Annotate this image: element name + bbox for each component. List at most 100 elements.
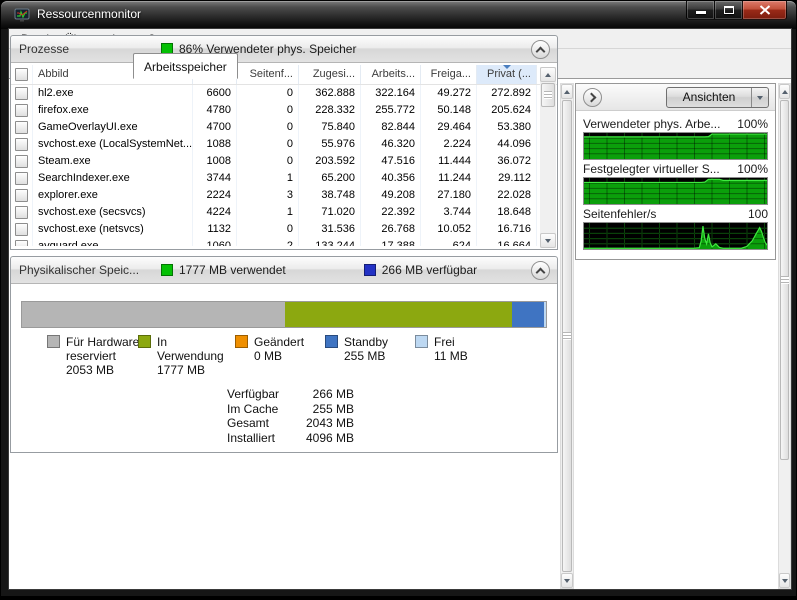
row-checkbox[interactable]	[15, 206, 28, 219]
legend-item-3: Standby255 MB	[325, 335, 388, 363]
cell-process-name: SearchIndexer.exe	[33, 170, 193, 187]
cell-commit: 362.888	[299, 85, 361, 102]
memory-panel-title: Physikalischer Speic...	[11, 263, 161, 277]
views-dropdown-arrow[interactable]	[751, 88, 768, 107]
cell-shareable: 3.744	[421, 204, 477, 221]
views-button-label: Ansichten	[667, 88, 751, 107]
maximize-button[interactable]	[715, 1, 742, 20]
column-header-shareable[interactable]: Freiga...	[421, 65, 477, 84]
column-header-commit[interactable]: Zugesi...	[299, 65, 361, 84]
scroll-down-button[interactable]	[540, 233, 556, 248]
minimize-button[interactable]	[686, 1, 715, 20]
row-checkbox[interactable]	[15, 223, 28, 236]
triangle-up-icon	[782, 90, 788, 94]
row-checkbox[interactable]	[15, 189, 28, 202]
titlebar[interactable]: Ressourcenmonitor	[1, 1, 796, 29]
column-header-private[interactable]: Privat (...	[477, 65, 537, 84]
cell-shareable: 2.224	[421, 136, 477, 153]
row-checkbox[interactable]	[15, 172, 28, 185]
thumb-grip-icon	[544, 91, 552, 99]
row-checkbox[interactable]	[15, 155, 28, 168]
legend-item-4: Frei11 MB	[415, 335, 468, 363]
cell-page-faults: 0	[237, 102, 299, 119]
table-row[interactable]: svchost.exe (netsvcs)1132031.53626.76810…	[11, 221, 557, 238]
legend-item-1: InVerwendung1777 MB	[138, 335, 224, 377]
graph-1	[583, 177, 768, 205]
left-pane-scrollbar[interactable]	[560, 83, 574, 589]
row-checkbox-cell	[11, 238, 33, 246]
cell-process-name: svchost.exe (netsvcs)	[33, 221, 193, 238]
column-header-working-set[interactable]: Arbeits...	[361, 65, 421, 84]
select-all-checkbox[interactable]	[15, 68, 28, 81]
cell-private: 272.892	[477, 85, 537, 102]
close-button[interactable]	[742, 1, 787, 20]
scroll-up-button[interactable]	[779, 84, 790, 99]
table-row[interactable]: SearchIndexer.exe3744165.20040.35611.244…	[11, 170, 557, 187]
legend-line: 1777 MB	[157, 363, 224, 377]
scroll-down-button[interactable]	[779, 573, 790, 588]
summary-row: Verfügbar266 MB	[227, 387, 357, 402]
minimize-icon	[696, 11, 706, 14]
tab-arbeitsspeicher[interactable]: Arbeitsspeicher	[133, 53, 238, 79]
table-row[interactable]: explorer.exe2224338.74849.20827.18022.02…	[11, 187, 557, 204]
bar-segment-in-use	[285, 302, 512, 327]
legend-line: Frei	[434, 335, 468, 349]
cell-working-set: 322.164	[361, 85, 421, 102]
collapse-memory-button[interactable]	[531, 261, 550, 280]
row-checkbox[interactable]	[15, 104, 28, 117]
table-row[interactable]: hl2.exe66000362.888322.16449.272272.892	[11, 85, 557, 102]
row-checkbox[interactable]	[15, 87, 28, 100]
cell-private: 16.664	[477, 238, 537, 246]
cell-commit: 71.020	[299, 204, 361, 221]
table-row[interactable]: svchost.exe (secsvcs)4224171.02022.3923.…	[11, 204, 557, 221]
cell-pid: 4780	[193, 102, 237, 119]
scrollbar-thumb[interactable]	[541, 83, 555, 107]
triangle-down-icon	[782, 579, 788, 583]
table-row[interactable]: Steam.exe10080203.59247.51611.44436.072	[11, 153, 557, 170]
legend-swatch	[47, 335, 60, 348]
scrollbar-thumb[interactable]	[562, 100, 572, 572]
table-row[interactable]: svchost.exe (LocalSystemNet...1088055.97…	[11, 136, 557, 153]
cell-private: 18.648	[477, 204, 537, 221]
triangle-down-icon	[545, 239, 551, 243]
views-dropdown-button[interactable]: Ansichten	[666, 87, 769, 108]
client-area: DateiÜberwachen? ÜbersichtCPUArbeitsspei…	[9, 29, 791, 589]
cell-pid: 1060	[193, 238, 237, 246]
memory-used-swatch	[161, 264, 173, 276]
row-checkbox[interactable]	[15, 121, 28, 134]
summary-row: Installiert4096 MB	[227, 431, 357, 446]
scroll-down-button[interactable]	[561, 573, 573, 588]
cell-commit: 228.332	[299, 102, 361, 119]
column-header-page-faults[interactable]: Seitenf...	[237, 65, 299, 84]
scrollbar-thumb[interactable]	[780, 100, 789, 460]
memory-panel-header: Physikalischer Speic... 1777 MB verwende…	[11, 257, 557, 284]
collapse-sidebar-button[interactable]	[583, 88, 602, 107]
process-table-scrollbar[interactable]	[540, 67, 556, 248]
memory-available-swatch	[364, 264, 376, 276]
graph-2	[583, 222, 768, 250]
table-row[interactable]: firefox.exe47800228.332255.77250.148205.…	[11, 102, 557, 119]
views-toolbar: Ansichten	[576, 84, 775, 111]
summary-row: Gesamt2043 MB	[227, 416, 357, 431]
cell-pid: 4224	[193, 204, 237, 221]
row-checkbox[interactable]	[15, 138, 28, 151]
cell-process-name: firefox.exe	[33, 102, 193, 119]
summary-row: Im Cache255 MB	[227, 402, 357, 417]
bar-segment-free	[544, 302, 546, 327]
table-row[interactable]: GameOverlayUI.exe4700075.84082.84429.464…	[11, 119, 557, 136]
legend-line: 11 MB	[434, 349, 468, 363]
triangle-up-icon	[545, 73, 551, 77]
collapse-processes-button[interactable]	[531, 40, 550, 59]
app-icon	[14, 7, 30, 23]
row-checkbox[interactable]	[15, 240, 28, 246]
content-scrollbar[interactable]	[778, 83, 791, 589]
scroll-up-button[interactable]	[561, 84, 573, 99]
cell-shareable: 11.244	[421, 170, 477, 187]
process-table-rows: hl2.exe66000362.888322.16449.272272.892f…	[11, 85, 557, 246]
header-checkbox-cell	[11, 65, 33, 84]
graph-label-1: Festgelegter virtueller S...100%	[583, 161, 768, 177]
table-row[interactable]: avguard.exe10602133.24417.38862416.664	[11, 238, 557, 246]
cell-working-set: 40.356	[361, 170, 421, 187]
scroll-up-button[interactable]	[540, 67, 556, 82]
memory-summary: Verfügbar266 MBIm Cache255 MBGesamt2043 …	[227, 387, 357, 445]
